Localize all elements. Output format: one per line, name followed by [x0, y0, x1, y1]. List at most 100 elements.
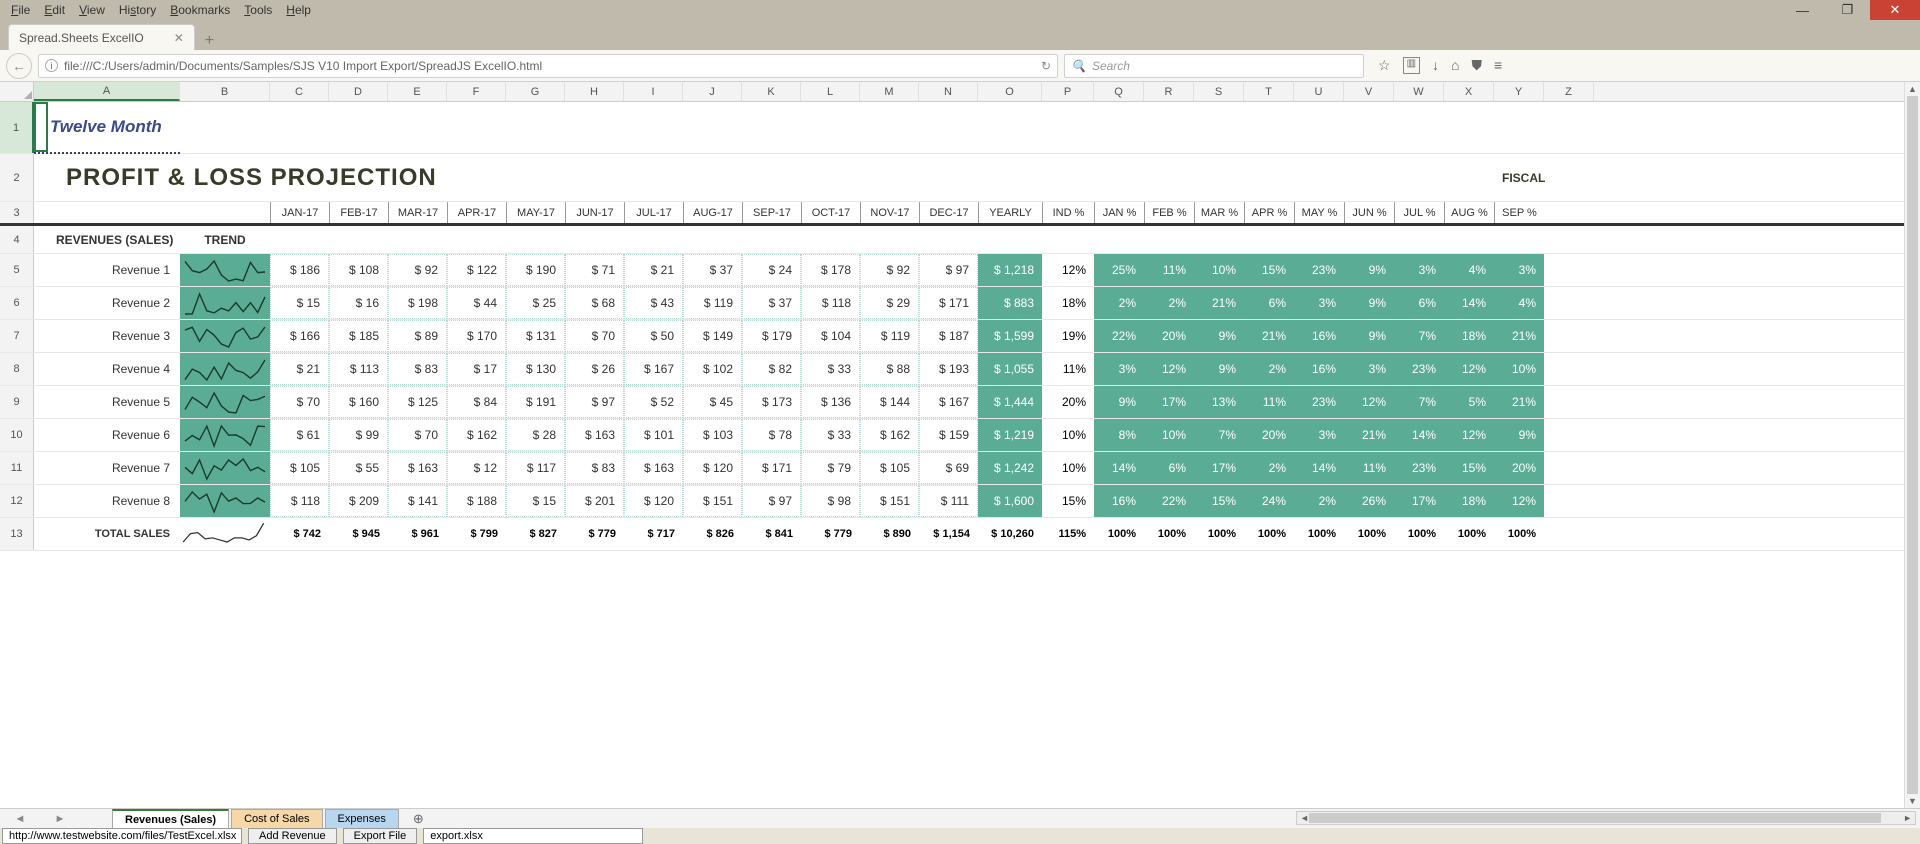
total-pct[interactable]: 100% — [1294, 518, 1344, 550]
value-cell[interactable]: $ 83 — [388, 353, 447, 385]
value-cell[interactable]: $ 162 — [447, 419, 506, 451]
pct-cell[interactable]: 11% — [1344, 452, 1394, 484]
value-cell[interactable]: $ 167 — [919, 386, 978, 418]
value-cell[interactable]: $ 84 — [447, 386, 506, 418]
value-cell[interactable]: $ 136 — [801, 386, 860, 418]
col-header-Y[interactable]: Y — [1494, 82, 1544, 101]
col-header-I[interactable]: I — [624, 82, 683, 101]
yearly-cell[interactable]: $ 1,599 — [978, 320, 1042, 352]
pct-cell[interactable]: 9% — [1344, 320, 1394, 352]
yearly-cell[interactable]: $ 1,600 — [978, 485, 1042, 517]
pct-cell[interactable]: 2% — [1244, 452, 1294, 484]
pct-cell[interactable]: 12% — [1144, 353, 1194, 385]
ind-cell[interactable]: 12% — [1042, 254, 1094, 286]
pct-cell[interactable]: 9% — [1344, 254, 1394, 286]
export-filename-input[interactable]: export.xlsx — [423, 828, 643, 844]
value-cell[interactable]: $ 209 — [329, 485, 388, 517]
value-cell[interactable]: $ 92 — [860, 254, 919, 286]
value-cell[interactable]: $ 25 — [506, 287, 565, 319]
value-cell[interactable]: $ 111 — [919, 485, 978, 517]
pct-cell[interactable]: 14% — [1294, 452, 1344, 484]
cell-A1[interactable]: Twelve Month — [34, 102, 180, 154]
value-cell[interactable]: $ 171 — [919, 287, 978, 319]
value-cell[interactable]: $ 170 — [447, 320, 506, 352]
select-all-corner[interactable] — [0, 82, 34, 101]
value-cell[interactable]: $ 97 — [565, 386, 624, 418]
pct-cell[interactable]: 4% — [1444, 254, 1494, 286]
value-cell[interactable]: $ 117 — [506, 452, 565, 484]
value-cell[interactable]: $ 190 — [506, 254, 565, 286]
menu-tools[interactable]: Tools — [237, 1, 279, 19]
value-cell[interactable]: $ 141 — [388, 485, 447, 517]
sheet-tab-expenses[interactable]: Expenses — [325, 809, 399, 828]
value-cell[interactable]: $ 97 — [919, 254, 978, 286]
pct-cell[interactable]: 2% — [1144, 287, 1194, 319]
value-cell[interactable]: $ 89 — [388, 320, 447, 352]
col-header-W[interactable]: W — [1394, 82, 1444, 101]
pct-cell[interactable]: 9% — [1094, 386, 1144, 418]
pct-cell[interactable]: 6% — [1394, 287, 1444, 319]
total-cell[interactable]: $ 779 — [801, 518, 860, 550]
col-header-V[interactable]: V — [1344, 82, 1394, 101]
value-cell[interactable]: $ 61 — [270, 419, 329, 451]
value-cell[interactable]: $ 43 — [624, 287, 683, 319]
pct-cell[interactable]: 24% — [1244, 485, 1294, 517]
value-cell[interactable]: $ 159 — [919, 419, 978, 451]
pct-cell[interactable]: 12% — [1444, 353, 1494, 385]
pct-cell[interactable]: 10% — [1194, 254, 1244, 286]
row-header[interactable]: 1 — [0, 102, 34, 153]
col-header-S[interactable]: S — [1194, 82, 1244, 101]
value-cell[interactable]: $ 131 — [506, 320, 565, 352]
col-header-M[interactable]: M — [860, 82, 919, 101]
total-pct[interactable]: 100% — [1194, 518, 1244, 550]
value-cell[interactable]: $ 15 — [270, 287, 329, 319]
pct-cell[interactable]: 17% — [1144, 386, 1194, 418]
row-header[interactable]: 5 — [0, 254, 34, 286]
yearly-cell[interactable]: $ 1,242 — [978, 452, 1042, 484]
value-cell[interactable]: $ 178 — [801, 254, 860, 286]
value-cell[interactable]: $ 29 — [860, 287, 919, 319]
value-cell[interactable]: $ 120 — [624, 485, 683, 517]
row-header[interactable]: 11 — [0, 452, 34, 484]
sheet-nav-next[interactable]: ► — [40, 813, 80, 825]
add-revenue-button[interactable]: Add Revenue — [248, 828, 337, 844]
value-cell[interactable]: $ 21 — [270, 353, 329, 385]
pct-cell[interactable]: 10% — [1144, 419, 1194, 451]
total-pct[interactable]: 100% — [1244, 518, 1294, 550]
import-url-input[interactable]: http://www.testwebsite.com/files/TestExc… — [2, 828, 242, 844]
value-cell[interactable]: $ 37 — [683, 254, 742, 286]
pct-cell[interactable]: 12% — [1344, 386, 1394, 418]
pct-cell[interactable]: 3% — [1394, 254, 1444, 286]
value-cell[interactable]: $ 118 — [801, 287, 860, 319]
pct-cell[interactable]: 18% — [1444, 320, 1494, 352]
maximize-button[interactable]: ❐ — [1825, 0, 1870, 20]
pct-cell[interactable]: 26% — [1344, 485, 1394, 517]
value-cell[interactable]: $ 98 — [801, 485, 860, 517]
yearly-cell[interactable]: $ 883 — [978, 287, 1042, 319]
col-header-N[interactable]: N — [919, 82, 978, 101]
value-cell[interactable]: $ 104 — [801, 320, 860, 352]
pct-cell[interactable]: 13% — [1194, 386, 1244, 418]
reload-icon[interactable]: ↻ — [1041, 59, 1051, 73]
menu-bookmarks[interactable]: Bookmarks — [163, 1, 237, 19]
pct-cell[interactable]: 9% — [1194, 353, 1244, 385]
row-header[interactable]: 4 — [0, 226, 34, 253]
total-ind[interactable]: 115% — [1042, 518, 1094, 550]
total-cell[interactable]: $ 799 — [447, 518, 506, 550]
value-cell[interactable]: $ 119 — [860, 320, 919, 352]
value-cell[interactable]: $ 162 — [860, 419, 919, 451]
pct-cell[interactable]: 3% — [1094, 353, 1144, 385]
col-header-G[interactable]: G — [506, 82, 565, 101]
value-cell[interactable]: $ 97 — [742, 485, 801, 517]
value-cell[interactable]: $ 28 — [506, 419, 565, 451]
value-cell[interactable]: $ 173 — [742, 386, 801, 418]
total-pct[interactable]: 100% — [1144, 518, 1194, 550]
total-yearly[interactable]: $ 10,260 — [978, 518, 1042, 550]
row-header[interactable]: 2 — [0, 154, 34, 201]
value-cell[interactable]: $ 69 — [919, 452, 978, 484]
value-cell[interactable]: $ 185 — [329, 320, 388, 352]
value-cell[interactable]: $ 102 — [683, 353, 742, 385]
total-cell[interactable]: $ 717 — [624, 518, 683, 550]
tab-close-icon[interactable]: ✕ — [174, 31, 184, 45]
value-cell[interactable]: $ 70 — [270, 386, 329, 418]
